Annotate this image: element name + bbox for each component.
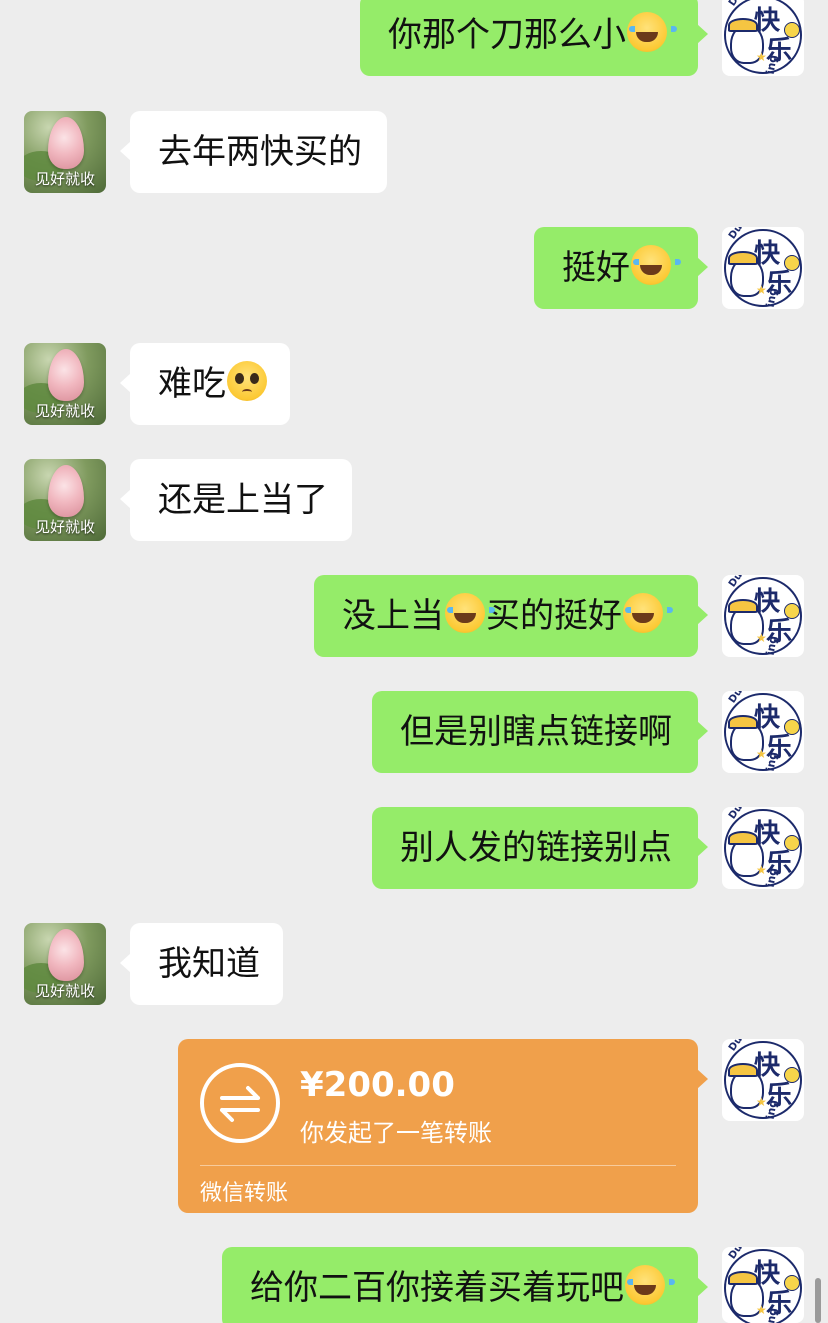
message-bubble-self[interactable]: 挺好: [534, 227, 708, 309]
contact-avatar[interactable]: 见好就收: [24, 111, 106, 193]
duck-avatar-icon: Duke Duck 快 乐 ing ★: [722, 1247, 804, 1323]
message-text: 给你二百你接着买着玩吧: [250, 1268, 624, 1308]
laugh-cry-emoji-icon: [625, 1265, 675, 1305]
duck-avatar-icon: Duke Duck 快 乐 ing ★: [722, 1039, 804, 1121]
message-text: 去年两快买的: [158, 132, 362, 172]
self-avatar[interactable]: Duke Duck 快 乐 ing ★: [722, 0, 804, 76]
avatar-caption: 见好就收: [34, 402, 95, 420]
smile-icon: [784, 1275, 800, 1291]
avatar-caption: 见好就收: [34, 170, 95, 188]
star-icon: ★: [756, 50, 767, 64]
duck-avatar-icon: Duke Duck 快 乐 ing ★: [722, 807, 804, 889]
message-bubble-self[interactable]: 但是别瞎点链接啊: [372, 691, 708, 773]
message-bubble-self[interactable]: 别人发的链接别点: [372, 807, 708, 889]
message-text: 但是别瞎点链接啊: [400, 712, 672, 752]
self-avatar[interactable]: Duke Duck 快 乐 ing ★: [722, 227, 804, 309]
transfer-footer: 微信转账: [200, 1181, 289, 1206]
message-text: 没上当: [342, 596, 444, 636]
smile-icon: [784, 22, 800, 38]
transfer-amount: ¥200.00: [300, 1065, 455, 1105]
contact-avatar[interactable]: 见好就收: [24, 343, 106, 425]
contact-avatar[interactable]: 见好就收: [24, 923, 106, 1005]
laugh-cry-emoji-icon: [445, 593, 495, 633]
duck-avatar-icon: Duke Duck 快 乐 ing ★: [722, 0, 804, 76]
laugh-cry-emoji-icon: [623, 593, 673, 633]
self-avatar[interactable]: Duke Duck 快 乐 ing ★: [722, 691, 804, 773]
message-bubble-self[interactable]: 给你二百你接着买着玩吧: [222, 1247, 708, 1323]
contact-avatar[interactable]: 见好就收: [24, 459, 106, 541]
self-avatar[interactable]: Duke Duck 快 乐 ing ★: [722, 1247, 804, 1323]
message-bubble-self[interactable]: 没上当 买的挺好: [314, 575, 708, 657]
transfer-card[interactable]: ¥200.00 你发起了一笔转账 微信转账: [178, 1039, 708, 1213]
star-icon: ★: [756, 631, 767, 645]
transfer-description: 你发起了一笔转账: [300, 1119, 492, 1147]
avatar-caption: 见好就收: [34, 518, 95, 536]
star-icon: ★: [756, 863, 767, 877]
self-avatar[interactable]: Duke Duck 快 乐 ing ★: [722, 575, 804, 657]
transfer-arrows-icon: [200, 1063, 280, 1143]
laugh-cry-emoji-icon: [627, 12, 677, 52]
message-bubble-contact[interactable]: 还是上当了: [120, 459, 352, 541]
message-text: 还是上当了: [158, 480, 328, 520]
message-text: 买的挺好: [486, 596, 622, 636]
duck-avatar-icon: Duke Duck 快 乐 ing ★: [722, 575, 804, 657]
message-text: 我知道: [158, 944, 260, 984]
pleading-emoji-icon: [227, 361, 267, 401]
message-text: 别人发的链接别点: [400, 828, 672, 868]
duck-avatar-icon: Duke Duck 快 乐 ing ★: [722, 691, 804, 773]
message-text: 你那个刀那么小: [388, 15, 626, 55]
smile-icon: [784, 835, 800, 851]
self-avatar[interactable]: Duke Duck 快 乐 ing ★: [722, 807, 804, 889]
laugh-cry-emoji-icon: [631, 245, 681, 285]
smile-icon: [784, 255, 800, 271]
message-bubble-contact[interactable]: 去年两快买的: [120, 111, 387, 193]
message-bubble-contact[interactable]: 我知道: [120, 923, 283, 1005]
star-icon: ★: [756, 1095, 767, 1109]
scrollbar[interactable]: [815, 1278, 821, 1323]
smile-icon: [784, 603, 800, 619]
duck-avatar-icon: Duke Duck 快 乐 ing ★: [722, 227, 804, 309]
message-text: 挺好: [562, 248, 630, 288]
star-icon: ★: [756, 1303, 767, 1317]
message-text: 难吃: [158, 364, 226, 404]
self-avatar[interactable]: Duke Duck 快 乐 ing ★: [722, 1039, 804, 1121]
message-bubble-contact[interactable]: 难吃: [120, 343, 290, 425]
star-icon: ★: [756, 283, 767, 297]
message-bubble-self[interactable]: 你那个刀那么小: [360, 0, 708, 76]
avatar-caption: 见好就收: [34, 982, 95, 1000]
star-icon: ★: [756, 747, 767, 761]
smile-icon: [784, 1067, 800, 1083]
divider: [200, 1165, 676, 1166]
smile-icon: [784, 719, 800, 735]
